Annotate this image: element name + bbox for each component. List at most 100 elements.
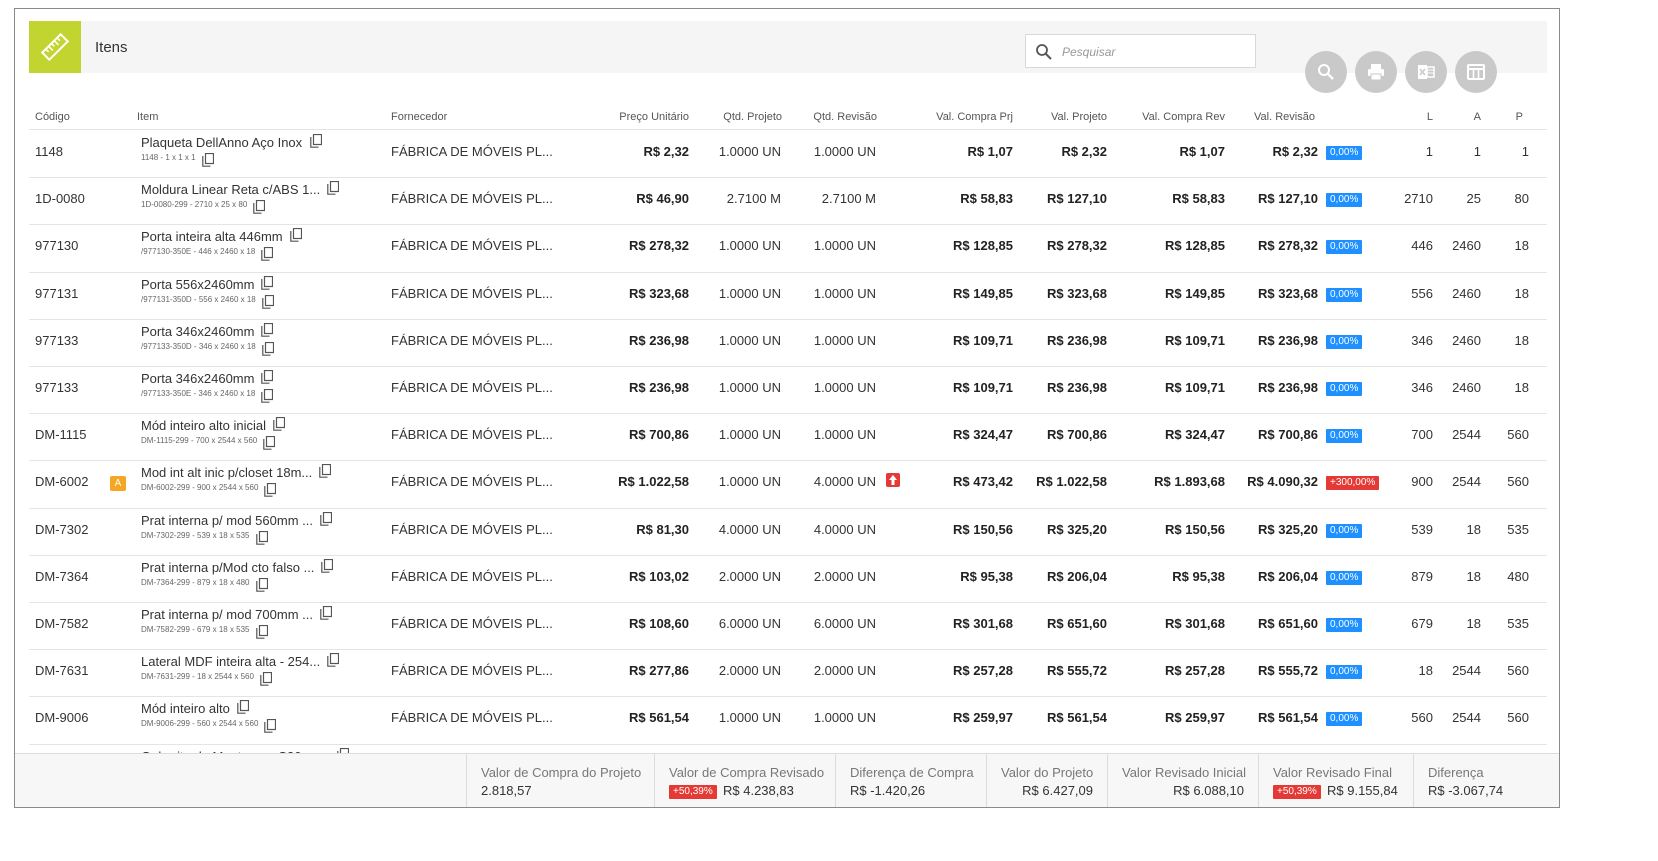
copy-icon[interactable] <box>261 275 274 290</box>
qtd-revisao-cell: 1.0000 UN <box>813 144 876 159</box>
copy-icon[interactable] <box>289 228 302 243</box>
footer-label: Diferença de Compra <box>850 765 974 780</box>
a-cell: 2544 <box>1452 710 1481 726</box>
qtd-projeto-cell: 4.0000 UN <box>718 521 781 537</box>
qtd-revisao-cell: 1.0000 UN <box>813 380 876 395</box>
val-projeto-cell: R$ 206,04 <box>1047 568 1107 584</box>
codigo-cell: DM-9006 <box>35 710 89 726</box>
variation-badge: +50,39% <box>1273 785 1321 799</box>
copy-icon[interactable] <box>261 389 274 403</box>
excel-export-button[interactable] <box>1405 51 1447 93</box>
qtd-projeto-cell: 2.0000 UN <box>718 663 781 679</box>
copy-icon[interactable] <box>310 134 322 148</box>
col-header-fornecedor[interactable]: Fornecedor <box>391 111 447 123</box>
print-button[interactable] <box>1355 51 1397 93</box>
preco-unitario-cell: R$ 323,68 <box>629 285 689 301</box>
copy-icon[interactable] <box>201 153 214 167</box>
arrow-up-icon <box>886 473 900 488</box>
copy-icon[interactable] <box>255 625 268 639</box>
copy-icon[interactable] <box>261 247 274 262</box>
search-input[interactable] <box>1062 41 1247 63</box>
copy-icon[interactable] <box>237 700 249 715</box>
col-header-preco[interactable]: Preço Unitário <box>619 111 689 123</box>
col-header-p[interactable]: P <box>1516 111 1523 123</box>
item-subtitle: /977133-350D - 346 x 2460 x 18 <box>141 341 256 351</box>
val-projeto-cell: R$ 325,20 <box>1047 521 1107 537</box>
copy-icon[interactable] <box>264 719 277 734</box>
ruler-icon <box>29 21 81 73</box>
val-revisao-cell: R$ 236,98 <box>1258 380 1318 395</box>
copy-icon[interactable] <box>327 181 340 195</box>
variation-badge: 0,00% <box>1326 665 1363 680</box>
codigo-cell: 977131 <box>35 285 79 301</box>
columns-button[interactable] <box>1455 51 1497 93</box>
l-cell: 18 <box>1418 663 1433 679</box>
copy-icon[interactable] <box>261 322 274 337</box>
col-header-qtd-revisao[interactable]: Qtd. Revisão <box>813 111 877 123</box>
copy-icon[interactable] <box>260 672 272 686</box>
copy-icon[interactable] <box>255 577 268 592</box>
copy-icon[interactable] <box>253 200 266 214</box>
item-name: Mód inteiro alto <box>141 701 230 717</box>
copy-icon[interactable] <box>255 530 268 545</box>
qtd-projeto-cell: 1.0000 UN <box>718 285 781 301</box>
copy-icon[interactable] <box>320 511 332 526</box>
search-box[interactable] <box>1025 34 1256 68</box>
search-icon <box>1036 44 1052 60</box>
val-compra-rev-cell: R$ 58,83 <box>1172 191 1225 207</box>
l-cell: 346 <box>1411 380 1433 395</box>
val-compra-prj-cell: R$ 150,56 <box>953 521 1013 537</box>
footer-value: R$ 9.155,84 <box>1327 783 1398 798</box>
qtd-revisao-cell: 1.0000 UN <box>813 427 876 443</box>
col-header-qtd-projeto[interactable]: Qtd. Projeto <box>723 111 782 123</box>
qtd-revisao-cell: 4.0000 UN <box>813 521 876 537</box>
copy-icon[interactable] <box>261 294 274 309</box>
preco-unitario-cell: R$ 1.022,58 <box>618 474 689 490</box>
p-cell: 80 <box>1514 191 1529 207</box>
copy-icon[interactable] <box>264 483 277 498</box>
revision-flag-badge: A <box>110 476 126 492</box>
row-divider <box>29 743 1547 745</box>
col-header-codigo[interactable]: Código <box>35 111 70 123</box>
preco-unitario-cell: R$ 2,32 <box>643 144 689 159</box>
item-subtitle: DM-1115-299 - 700 x 2544 x 560 <box>141 436 258 446</box>
search-icon <box>1318 64 1334 80</box>
val-compra-prj-cell: R$ 109,71 <box>953 380 1013 395</box>
copy-icon[interactable] <box>273 417 285 431</box>
qtd-revisao-cell: 4.0000 UN <box>813 474 876 490</box>
val-projeto-cell: R$ 700,86 <box>1047 427 1107 443</box>
copy-icon[interactable] <box>327 653 340 667</box>
l-cell: 2710 <box>1404 191 1433 207</box>
qtd-revisao-cell: 1.0000 UN <box>813 238 876 254</box>
copy-icon[interactable] <box>319 464 332 479</box>
col-header-a[interactable]: A <box>1474 111 1481 123</box>
val-projeto-cell: R$ 555,72 <box>1047 663 1107 679</box>
copy-icon[interactable] <box>321 558 334 573</box>
fornecedor-cell: FÁBRICA DE MÓVEIS PL... <box>391 710 553 726</box>
col-header-val-compra-rev[interactable]: Val. Compra Rev <box>1142 111 1225 123</box>
codigo-cell: 1148 <box>35 144 63 159</box>
val-compra-prj-cell: R$ 1,07 <box>967 144 1013 159</box>
variation-badge: 0,00% <box>1326 334 1363 349</box>
col-header-l[interactable]: L <box>1427 111 1433 123</box>
val-projeto-cell: R$ 323,68 <box>1047 285 1107 301</box>
excel-icon <box>1418 65 1435 79</box>
col-header-val-compra-prj[interactable]: Val. Compra Prj <box>936 111 1013 123</box>
footer-valor-projeto: Valor do Projeto R$ 6.427,09 <box>986 754 1107 807</box>
col-header-val-revisao[interactable]: Val. Revisão <box>1254 111 1315 123</box>
copy-icon[interactable] <box>320 606 332 620</box>
footer-value: R$ 4.238,83 <box>723 783 794 798</box>
qtd-projeto-cell: 1.0000 UN <box>718 332 781 348</box>
col-header-val-projeto[interactable]: Val. Projeto <box>1051 111 1107 123</box>
item-name: Porta 346x2460mm <box>141 323 255 339</box>
copy-icon[interactable] <box>261 341 274 356</box>
variation-badge: 0,00% <box>1326 382 1363 396</box>
col-header-item[interactable]: Item <box>137 111 158 123</box>
item-subtitle: /977133-350E - 346 x 2460 x 18 <box>141 389 256 398</box>
codigo-cell: DM-7302 <box>35 521 89 537</box>
search-button[interactable] <box>1305 51 1347 93</box>
l-cell: 539 <box>1411 521 1433 537</box>
fornecedor-cell: FÁBRICA DE MÓVEIS PL... <box>391 568 553 584</box>
copy-icon[interactable] <box>263 436 276 450</box>
copy-icon[interactable] <box>261 370 274 384</box>
